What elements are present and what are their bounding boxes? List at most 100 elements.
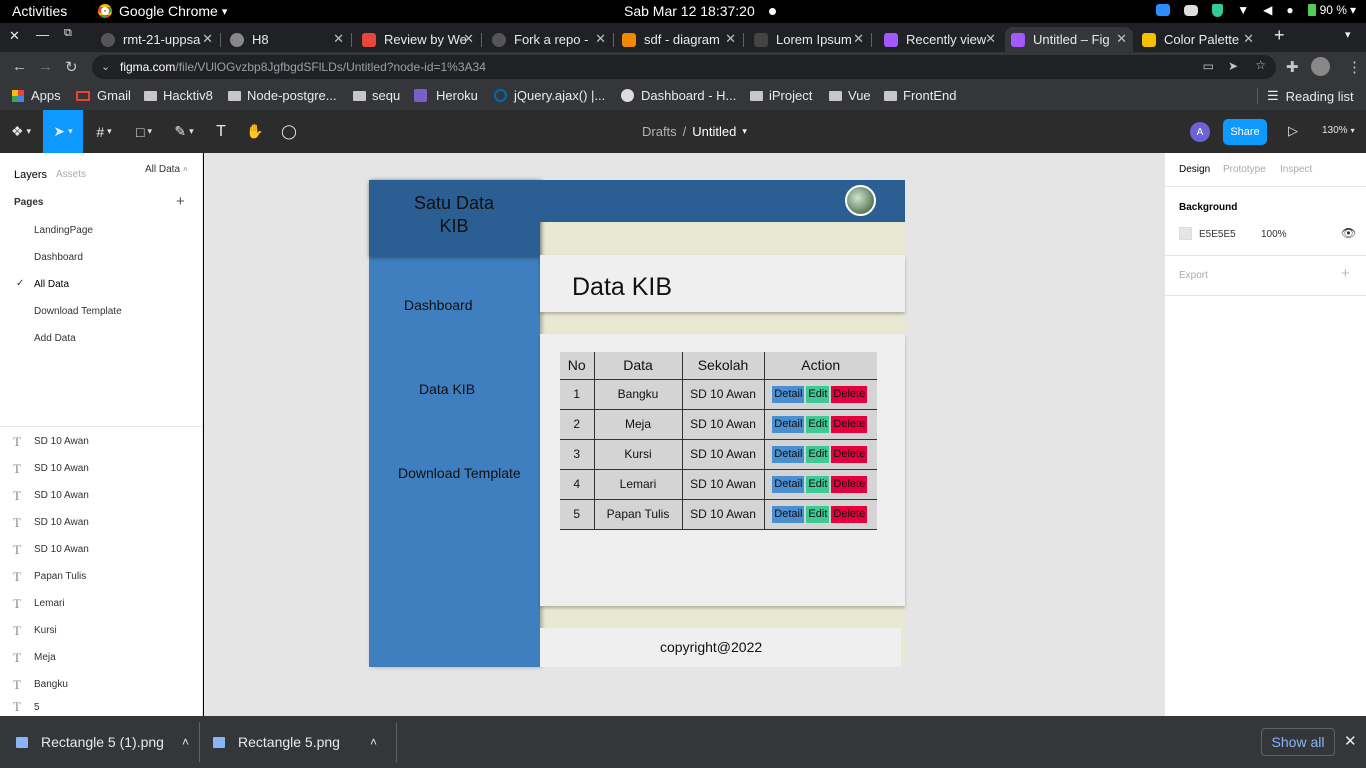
page-selector[interactable]: All Data ˄ — [145, 164, 188, 175]
present-icon[interactable]: ▷ — [1288, 123, 1298, 139]
layer-item[interactable]: T Bangku — [0, 671, 202, 698]
back-icon[interactable]: ← — [12, 58, 27, 75]
browser-tab[interactable]: H8 ✕ — [224, 27, 350, 52]
close-icon[interactable]: ✕ — [985, 31, 996, 47]
bookmark-heroku[interactable]: Heroku — [414, 88, 478, 103]
background-hex[interactable]: E5E5E5 — [1199, 229, 1236, 240]
browser-tab[interactable]: Lorem Ipsum ✕ — [748, 27, 870, 52]
download-item[interactable]: Rectangle 5.png ˄ — [213, 734, 377, 750]
browser-tab[interactable]: rmt-21-uppsa ✕ — [95, 27, 219, 52]
close-icon[interactable]: ✕ — [463, 31, 474, 47]
hand-tool[interactable]: ✋ — [240, 110, 270, 153]
bookmark-hacktiv8[interactable]: Hacktiv8 — [144, 88, 213, 103]
page-item-active[interactable]: All Data — [34, 279, 69, 290]
browser-tab[interactable]: Recently view ✕ — [878, 27, 1002, 52]
bookmark-sequ[interactable]: sequ — [353, 88, 400, 103]
close-icon[interactable]: ✕ — [725, 31, 736, 47]
show-all-button[interactable]: Show all — [1261, 728, 1335, 756]
close-icon[interactable]: ✕ — [1116, 31, 1127, 47]
chevron-down-icon[interactable]: ▾ — [742, 126, 747, 137]
bookmark-dashboard[interactable]: Dashboard - H... — [621, 88, 736, 103]
layer-item[interactable]: T Papan Tulis — [0, 563, 202, 590]
bookmark-vue[interactable]: Vue — [829, 88, 871, 103]
bookmark-apps[interactable]: Apps — [12, 88, 61, 103]
layer-item[interactable]: T5 — [0, 698, 202, 716]
bookmark-gmail[interactable]: Gmail — [76, 88, 131, 103]
restore-icon[interactable]: ⧉ — [64, 27, 72, 40]
zoom-control[interactable]: 130% ▾ — [1322, 125, 1355, 136]
shape-tool[interactable]: □ ▾ — [124, 110, 164, 153]
url-bar[interactable]: ⌄ figma.com/file/VUlOGvzbp8JgfbgdSFlLDs/… — [92, 55, 1276, 79]
breadcrumb-drafts[interactable]: Drafts — [642, 124, 677, 139]
file-name[interactable]: Untitled — [692, 124, 736, 139]
app-menu[interactable]: Google Chrome ▾ — [98, 3, 227, 19]
close-icon[interactable]: ✕ — [595, 31, 606, 47]
frame-tool[interactable]: # ▾ — [84, 110, 124, 153]
minimize-icon[interactable]: — — [36, 27, 49, 42]
tab-design[interactable]: Design — [1179, 164, 1210, 175]
download-item[interactable]: Rectangle 5 (1).png ˄ — [16, 734, 189, 750]
tab-search-button[interactable]: ▾ — [1345, 28, 1351, 41]
add-page-button[interactable]: + — [176, 193, 185, 210]
browser-tab[interactable]: Fork a repo - ✕ — [486, 27, 612, 52]
chevron-up-icon[interactable]: ˄ — [182, 735, 189, 749]
comment-tool[interactable]: ◯ — [274, 110, 304, 153]
send-icon[interactable]: ➤ — [1228, 59, 1238, 73]
layer-item[interactable]: T Lemari — [0, 590, 202, 617]
layer-item[interactable]: T SD 10 Awan — [0, 428, 202, 455]
layer-item[interactable]: T SD 10 Awan — [0, 509, 202, 536]
close-icon[interactable]: ✕ — [853, 31, 864, 47]
reload-icon[interactable]: ↻ — [65, 58, 78, 76]
forward-icon[interactable]: → — [38, 58, 53, 75]
bookmark-jquery[interactable]: jQuery.ajax() |... — [494, 88, 605, 103]
eye-icon[interactable]: 👁 — [1341, 226, 1356, 240]
star-icon[interactable]: ☆ — [1255, 58, 1266, 72]
close-icon[interactable]: ✕ — [1243, 31, 1254, 47]
install-icon[interactable]: ▭ — [1203, 59, 1214, 73]
design-frame[interactable]: Satu Data KIB Dashboard Data KIB Downloa… — [369, 180, 905, 667]
page-item[interactable]: Add Data — [34, 333, 76, 344]
browser-tab[interactable]: Review by We ✕ — [356, 27, 480, 52]
clock[interactable]: Sab Mar 12 18:37:20 — [624, 3, 776, 19]
menu-icon[interactable]: ⋮ — [1347, 58, 1362, 76]
bookmark-iproject[interactable]: iProject — [750, 88, 812, 103]
browser-tab[interactable]: sdf - diagram ✕ — [616, 27, 742, 52]
layer-item[interactable]: T SD 10 Awan — [0, 482, 202, 509]
layer-item[interactable]: T Meja — [0, 644, 202, 671]
export-add-button[interactable]: + — [1341, 265, 1350, 282]
move-tool[interactable]: ➤ ▾ — [43, 110, 83, 153]
tab-layers[interactable]: Layers — [14, 169, 47, 181]
share-button[interactable]: Share — [1223, 119, 1267, 145]
pen-tool[interactable]: ✎ ▾ — [164, 110, 204, 153]
new-tab-button[interactable]: + — [1274, 25, 1285, 46]
activities-button[interactable]: Activities — [12, 3, 67, 19]
close-icon[interactable]: ✕ — [1344, 732, 1357, 750]
site-info-icon[interactable]: ⌄ — [101, 60, 110, 73]
color-swatch[interactable] — [1179, 227, 1192, 240]
browser-tab-active[interactable]: Untitled – Fig ✕ — [1005, 27, 1133, 52]
user-avatar[interactable]: A — [1190, 122, 1210, 142]
background-opacity[interactable]: 100% — [1261, 229, 1287, 240]
tab-prototype[interactable]: Prototype — [1223, 164, 1266, 175]
page-item[interactable]: Download Template — [34, 306, 122, 317]
text-tool[interactable]: T — [206, 110, 236, 153]
figma-menu-button[interactable]: ❖ ▾ — [0, 110, 42, 153]
extensions-icon[interactable]: ✚ — [1286, 58, 1299, 76]
system-tray[interactable]: ▼ ◀ ● 90 % ▾ — [1156, 3, 1356, 17]
close-icon[interactable]: ✕ — [202, 31, 213, 47]
bookmark-node-postgres[interactable]: Node-postgre... — [228, 88, 337, 103]
bookmark-frontend[interactable]: FrontEnd — [884, 88, 956, 103]
reading-list-button[interactable]: ☰ Reading list — [1267, 88, 1354, 104]
browser-tab[interactable]: Color Palette ✕ — [1136, 27, 1260, 52]
page-item[interactable]: LandingPage — [34, 225, 93, 236]
profile-avatar[interactable] — [1311, 57, 1330, 76]
design-canvas[interactable]: Satu Data KIB Dashboard Data KIB Downloa… — [204, 153, 1164, 716]
tab-search-icon[interactable]: ✕ — [9, 28, 20, 44]
layer-item[interactable]: T SD 10 Awan — [0, 536, 202, 563]
layer-item[interactable]: T Kursi — [0, 617, 202, 644]
chevron-up-icon[interactable]: ˄ — [370, 735, 377, 749]
layer-item[interactable]: T SD 10 Awan — [0, 455, 202, 482]
page-item[interactable]: Dashboard — [34, 252, 83, 263]
tab-inspect[interactable]: Inspect — [1280, 164, 1312, 175]
tab-assets[interactable]: Assets — [56, 169, 86, 180]
